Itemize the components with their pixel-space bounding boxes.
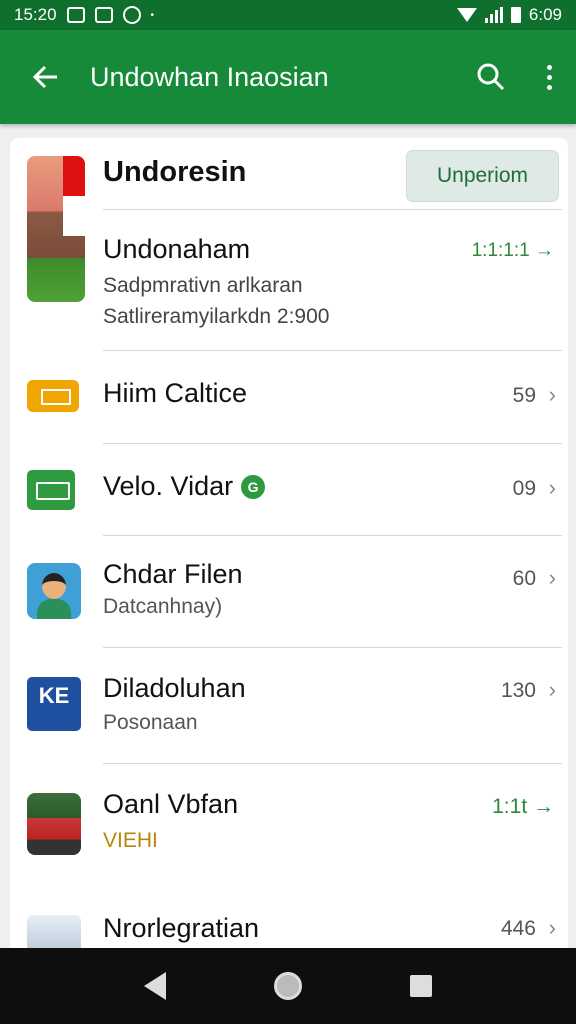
list-item[interactable]: Velo. Vidar G 09 ›	[10, 443, 568, 535]
more-options-button[interactable]	[522, 47, 576, 107]
dot-icon: •	[150, 9, 155, 21]
content-card: Undoresin Unperiom Undonaham Sadpmrativn…	[10, 138, 568, 958]
verified-badge-icon: G	[241, 474, 266, 499]
battery-icon	[510, 7, 521, 23]
chevron-right-icon: ›	[548, 475, 556, 500]
featured-detail-2: Satlireramyilarkdn 2:900	[103, 305, 330, 328]
chevron-right-icon: ›	[548, 565, 556, 590]
featured-detail-1: Sadpmrativn arlkaran	[103, 274, 303, 297]
list-item[interactable]: Hiim Caltice 59 ›	[10, 350, 568, 444]
list-item-title: Hiim Caltice	[103, 378, 248, 408]
mail-icon	[66, 7, 85, 23]
list-item-title: Velo. Vidar	[103, 471, 234, 501]
divider	[103, 350, 562, 351]
status-time-left: 15:20	[14, 5, 57, 24]
list-item-title: Nrorlegratian	[103, 913, 260, 943]
featured-thumbnail	[27, 156, 85, 302]
person-icon	[27, 563, 81, 619]
nav-recents-icon[interactable]	[410, 975, 432, 997]
list-item[interactable]: Oanl Vbfan VIEHI 1:1t →	[10, 763, 568, 893]
divider	[103, 647, 562, 648]
list-item-count: 446	[500, 917, 536, 940]
chat-icon	[27, 470, 75, 510]
chevron-right-icon: ›	[548, 382, 556, 407]
featured-title: Undoresin	[103, 156, 247, 188]
app-title: Undowhan Inaosian	[90, 61, 329, 92]
photo-icon	[27, 793, 81, 855]
status-bar: 15:20 • 6:09	[0, 0, 576, 30]
list-item-count: 1:1t →	[492, 795, 554, 818]
list-item-subtitle: Posonaan	[103, 711, 198, 734]
list-item[interactable]: KE Diladoluhan Posonaan 130 ›	[10, 647, 568, 763]
app-bar: Undowhan Inaosian	[0, 30, 576, 124]
list-item-subtitle: Datcanhnay)	[103, 595, 223, 618]
arrow-back-icon	[32, 65, 57, 89]
featured-action-button[interactable]: Unperiom	[406, 150, 559, 202]
search-icon	[477, 63, 505, 91]
chevron-right-icon: ›	[548, 677, 556, 702]
divider	[103, 763, 562, 764]
list-item-title: Oanl Vbfan	[103, 789, 239, 819]
featured-item[interactable]: Undoresin Unperiom Undonaham Sadpmrativn…	[10, 138, 568, 350]
back-button[interactable]	[0, 30, 90, 124]
list-item-title: Diladoluhan	[103, 673, 246, 703]
divider	[103, 535, 562, 536]
featured-subtitle: Undonaham	[103, 234, 251, 264]
search-button[interactable]	[460, 47, 522, 107]
ticket-icon	[27, 380, 79, 412]
ke-logo-icon: KE	[27, 677, 81, 731]
divider	[103, 209, 562, 210]
more-vert-icon	[546, 64, 552, 70]
nav-home-icon[interactable]	[274, 972, 302, 1000]
app-notification-icon	[122, 6, 141, 24]
chevron-right-icon: ›	[548, 915, 556, 940]
list-item-count: 59	[512, 384, 536, 407]
wifi-icon	[456, 8, 477, 22]
list-item-count: 09	[512, 477, 536, 500]
divider	[103, 443, 562, 444]
system-nav-bar	[0, 948, 576, 1024]
list-item-title-wrap: Velo. Vidar G	[103, 471, 266, 502]
list-item-title: Chdar Filen	[103, 559, 243, 589]
list-item-count: 60	[512, 567, 536, 590]
list-item-count: 130	[500, 679, 536, 702]
nav-back-icon[interactable]	[144, 972, 166, 1000]
list-item[interactable]: Chdar Filen Datcanhnay) 60 ›	[10, 535, 568, 647]
flag-icon	[63, 156, 85, 236]
list-item-subtitle: VIEHI	[103, 829, 158, 852]
status-time-right: 6:09	[528, 5, 562, 24]
signal-icon	[484, 7, 503, 23]
message-icon	[94, 7, 113, 23]
featured-count: 1:1:1:1 →	[471, 240, 554, 261]
